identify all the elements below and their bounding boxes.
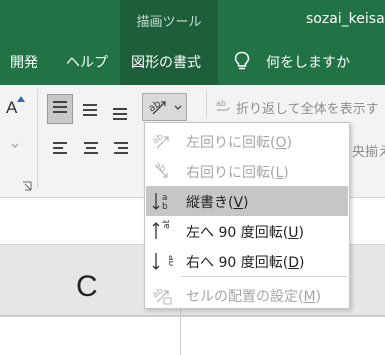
svg-text:ab: ab: [153, 160, 168, 175]
contextual-tab-group-label: 描画ツール: [136, 15, 202, 30]
merge-center-button[interactable]: 央揃え: [352, 141, 385, 160]
vertical-text-icon: a b: [152, 193, 168, 212]
rotate-ccw-text-icon: ab: [151, 132, 169, 149]
menu-item-label: 右回りに回転(L): [186, 165, 289, 181]
format-cell-alignment-icon: ab: [151, 286, 172, 305]
rotate-up-text-icon: ab: [152, 220, 172, 239]
align-left-button[interactable]: [47, 133, 73, 163]
align-right-button[interactable]: [108, 133, 134, 163]
svg-text:ab: ab: [166, 255, 173, 267]
menu-item-label: 縦書き(V): [186, 195, 249, 211]
tab-help[interactable]: ヘルプ: [66, 52, 108, 72]
menu-item-label: 左へ 90 度回転(U): [186, 225, 304, 241]
ribbon-separator: [37, 89, 38, 189]
ribbon-separator: [206, 89, 207, 119]
menu-item-vertical-text[interactable]: a b 縦書き(V): [146, 186, 348, 216]
menu-item-rotate-ccw[interactable]: ab 左回りに回転(O): [146, 126, 348, 156]
menu-item-label: セルの配置の設定(M): [186, 289, 322, 305]
menu-item-rotate-cw[interactable]: ab 右回りに回転(L): [146, 156, 348, 186]
svg-text:ab: ab: [151, 132, 166, 147]
menu-item-rotate-up[interactable]: ab 左へ 90 度回転(U): [146, 216, 348, 246]
svg-text:b: b: [162, 202, 168, 212]
chevron-down-icon: [174, 105, 182, 110]
font-size-increase-button[interactable]: A: [6, 98, 17, 118]
wrap-text-button[interactable]: 折り返して全体を表示す: [236, 98, 379, 117]
align-center-button[interactable]: [78, 133, 104, 163]
caret-up-icon: [17, 96, 25, 102]
orientation-menu: ab 左回りに回転(O) ab 右回りに回転(L) a b 縦書き(V) ab …: [144, 122, 350, 309]
rotate-cw-text-icon: ab: [153, 160, 168, 178]
svg-text:ab: ab: [216, 99, 226, 108]
tell-me-search[interactable]: 何をしますか: [266, 52, 350, 72]
chevron-down-icon: [11, 143, 19, 148]
menu-item-rotate-down[interactable]: ab 右へ 90 度回転(D): [146, 246, 348, 276]
menu-separator: [181, 276, 347, 277]
align-bottom-button[interactable]: [108, 94, 134, 124]
document-title: sozai_keisa: [306, 11, 385, 27]
menu-item-label: 右へ 90 度回転(D): [186, 255, 305, 271]
wrap-text-icon: ab: [216, 99, 230, 111]
ab-diagonal-icon: ab: [147, 98, 166, 115]
align-middle-button[interactable]: [78, 94, 104, 124]
menu-item-label: 左回りに回転(O): [186, 135, 292, 151]
menu-item-format-alignment[interactable]: ab セルの配置の設定(M): [146, 280, 348, 310]
tab-shape-format[interactable]: 図形の書式: [131, 52, 201, 72]
row-gridline: [0, 316, 385, 317]
svg-text:ab: ab: [162, 220, 172, 229]
lightbulb-icon: [234, 51, 250, 70]
rotate-down-text-icon: ab: [152, 253, 173, 270]
dialog-launcher-icon[interactable]: [22, 181, 32, 191]
align-top-button[interactable]: [47, 94, 73, 124]
tab-developer[interactable]: 開発: [10, 52, 38, 72]
orientation-button[interactable]: ab: [142, 93, 187, 121]
column-header-c[interactable]: C: [76, 270, 98, 304]
